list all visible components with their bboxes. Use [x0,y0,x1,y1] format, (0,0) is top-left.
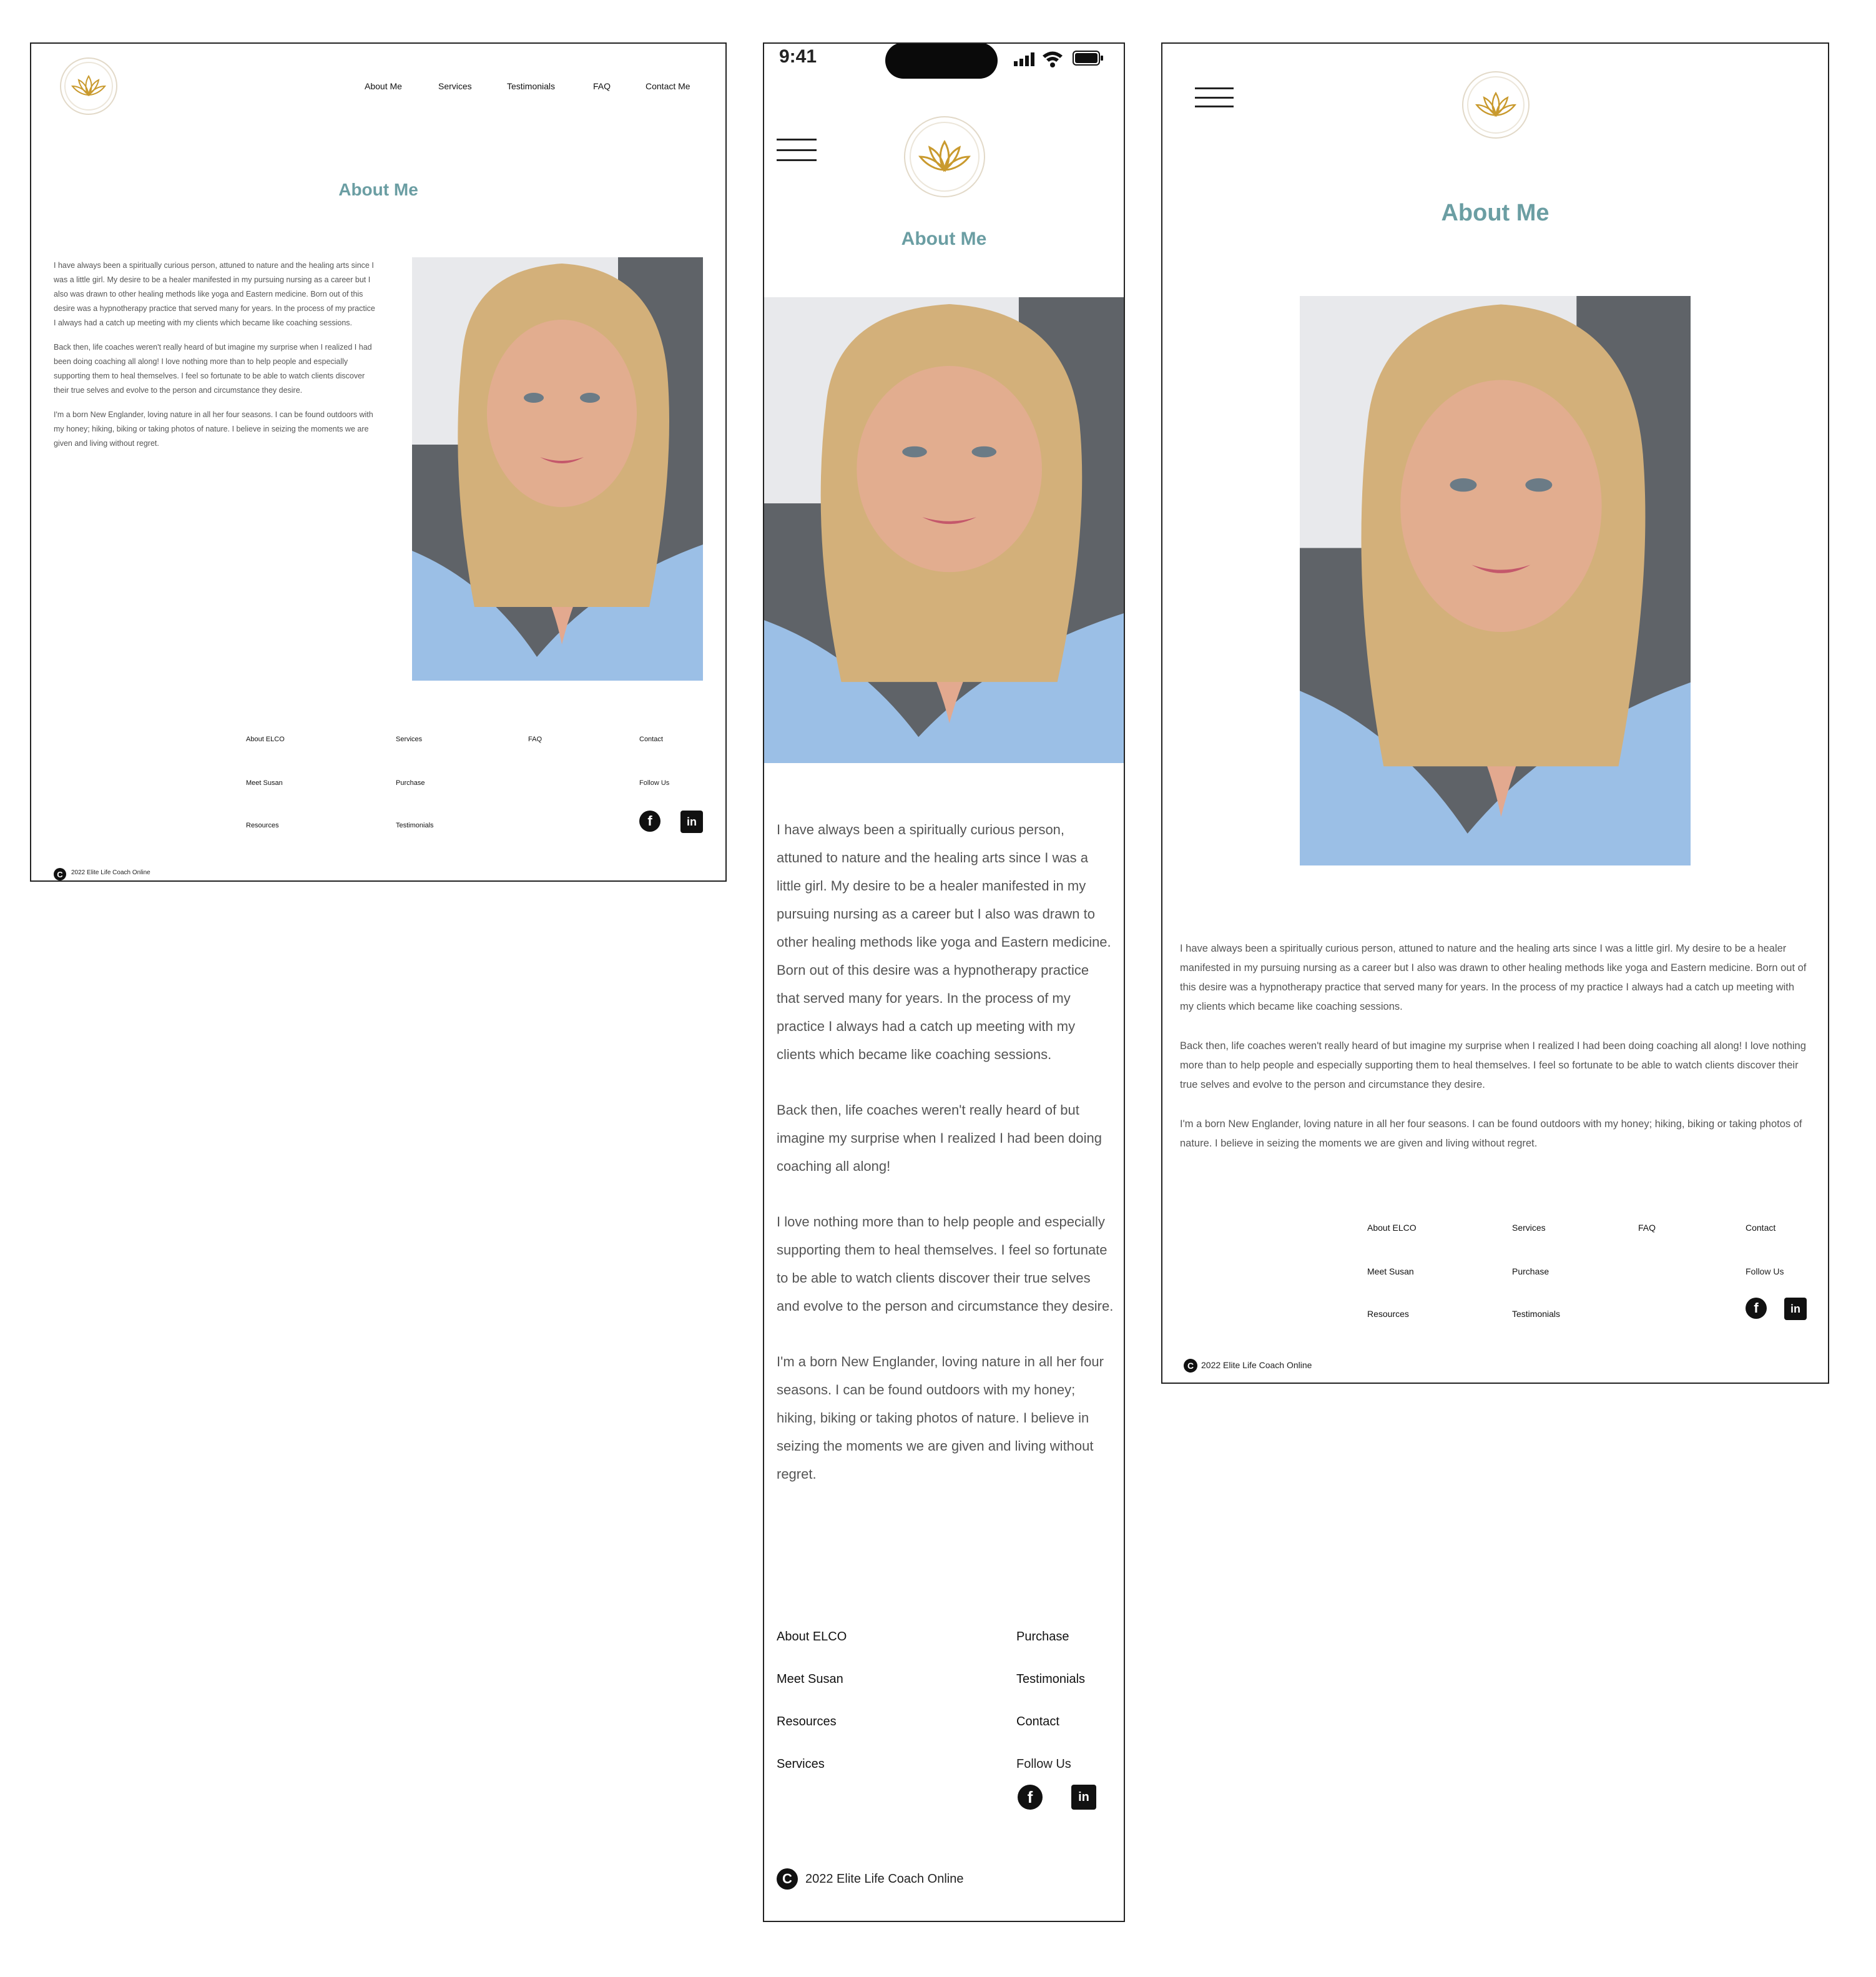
signal-icon [1014,52,1036,66]
footer-contact[interactable]: Contact [1016,1715,1059,1729]
facebook-icon[interactable]: f [639,811,661,832]
footer-contact[interactable]: Contact [1746,1223,1775,1233]
linkedin-icon[interactable]: in [680,811,703,833]
dynamic-island [885,44,998,79]
footer-about-elco[interactable]: About ELCO [246,736,285,743]
footer-resources[interactable]: Resources [1367,1309,1409,1319]
footer-purchase[interactable]: Purchase [1016,1630,1069,1644]
about-paragraph-1: I have always been a spiritually curious… [777,822,1111,1062]
footer-meet-susan[interactable]: Meet Susan [246,779,283,787]
footer-follow-us: Follow Us [1016,1757,1071,1771]
mobile-frame: 9:41 About Me I have always been a spiri… [763,42,1125,1922]
menu-icon[interactable] [777,139,817,161]
portrait-photo [764,297,1124,763]
facebook-icon[interactable]: f [1018,1785,1043,1810]
footer-meet-susan[interactable]: Meet Susan [777,1672,843,1687]
about-paragraph-1: I have always been a spiritually curious… [54,261,375,327]
footer-services[interactable]: Services [777,1757,825,1772]
menu-icon[interactable] [1195,87,1234,107]
footer-contact[interactable]: Contact [639,736,663,743]
facebook-icon[interactable]: f [1746,1298,1767,1319]
about-paragraph-1: I have always been a spiritually curious… [1180,943,1807,1012]
footer-about-elco[interactable]: About ELCO [1367,1223,1417,1233]
linkedin-icon[interactable]: in [1071,1785,1096,1810]
copyright-icon: C [777,1868,798,1890]
portrait-photo [412,257,703,681]
about-paragraph-3: I'm a born New Englander, loving nature … [1180,1118,1802,1149]
status-time: 9:41 [779,46,817,67]
logo[interactable] [904,116,985,197]
about-paragraph-2: Back then, life coaches weren't really h… [777,1102,1102,1174]
footer-resources[interactable]: Resources [246,822,279,829]
logo[interactable] [1462,71,1530,139]
footer-purchase[interactable]: Purchase [396,779,425,787]
footer-resources[interactable]: Resources [777,1715,837,1729]
about-paragraph-3: I'm a born New Englander, loving nature … [54,410,373,448]
footer-faq[interactable]: FAQ [1638,1223,1656,1233]
nav-about-me[interactable]: About Me [365,81,402,91]
footer-services[interactable]: Services [1512,1223,1546,1233]
footer-testimonials[interactable]: Testimonials [1016,1672,1085,1687]
about-paragraph-2: Back then, life coaches weren't really h… [54,343,372,395]
tablet-frame: About Me I have always been a spirituall… [1161,42,1829,1384]
footer-testimonials[interactable]: Testimonials [1512,1309,1560,1319]
page-title: About Me [1441,200,1549,226]
wifi-icon [1041,50,1064,67]
portrait-image [764,297,1124,763]
about-paragraph-3: I love nothing more than to help people … [777,1214,1114,1314]
battery-icon [1073,50,1104,66]
footer-about-elco[interactable]: About ELCO [777,1630,847,1644]
footer-faq[interactable]: FAQ [528,736,542,743]
portrait-image [1300,296,1691,865]
nav-contact-me[interactable]: Contact Me [646,81,690,91]
about-text: I have always been a spiritually curious… [54,259,378,451]
about-paragraph-4: I'm a born New Englander, loving nature … [777,1354,1104,1482]
portrait-image [412,257,703,681]
lotus-logo-icon [918,140,971,172]
about-text: I have always been a spiritually curious… [1180,939,1807,1153]
copyright-icon: C [54,868,66,880]
footer-follow-us: Follow Us [639,779,670,787]
logo[interactable] [60,57,117,115]
about-text: I have always been a spiritually curious… [777,816,1114,1488]
copyright-text: 2022 Elite Life Coach Online [1201,1360,1312,1370]
linkedin-icon[interactable]: in [1784,1298,1807,1320]
nav-faq[interactable]: FAQ [593,81,611,91]
copyright-icon: C [1184,1359,1197,1373]
footer-meet-susan[interactable]: Meet Susan [1367,1266,1414,1276]
about-paragraph-2: Back then, life coaches weren't really h… [1180,1040,1806,1090]
copyright-text: 2022 Elite Life Coach Online [71,869,150,876]
copyright-text: 2022 Elite Life Coach Online [805,1872,964,1886]
nav-testimonials[interactable]: Testimonials [507,81,555,91]
footer-services[interactable]: Services [396,736,422,743]
desktop-frame: About Me Services Testimonials FAQ Conta… [30,42,727,882]
page-title: About Me [338,180,418,199]
footer-follow-us: Follow Us [1746,1266,1784,1276]
footer-testimonials[interactable]: Testimonials [396,822,434,829]
portrait-photo [1300,296,1691,865]
page-title: About Me [901,229,987,249]
nav-services[interactable]: Services [438,81,472,91]
lotus-logo-icon [71,75,106,97]
lotus-logo-icon [1475,91,1516,117]
footer-purchase[interactable]: Purchase [1512,1266,1549,1276]
